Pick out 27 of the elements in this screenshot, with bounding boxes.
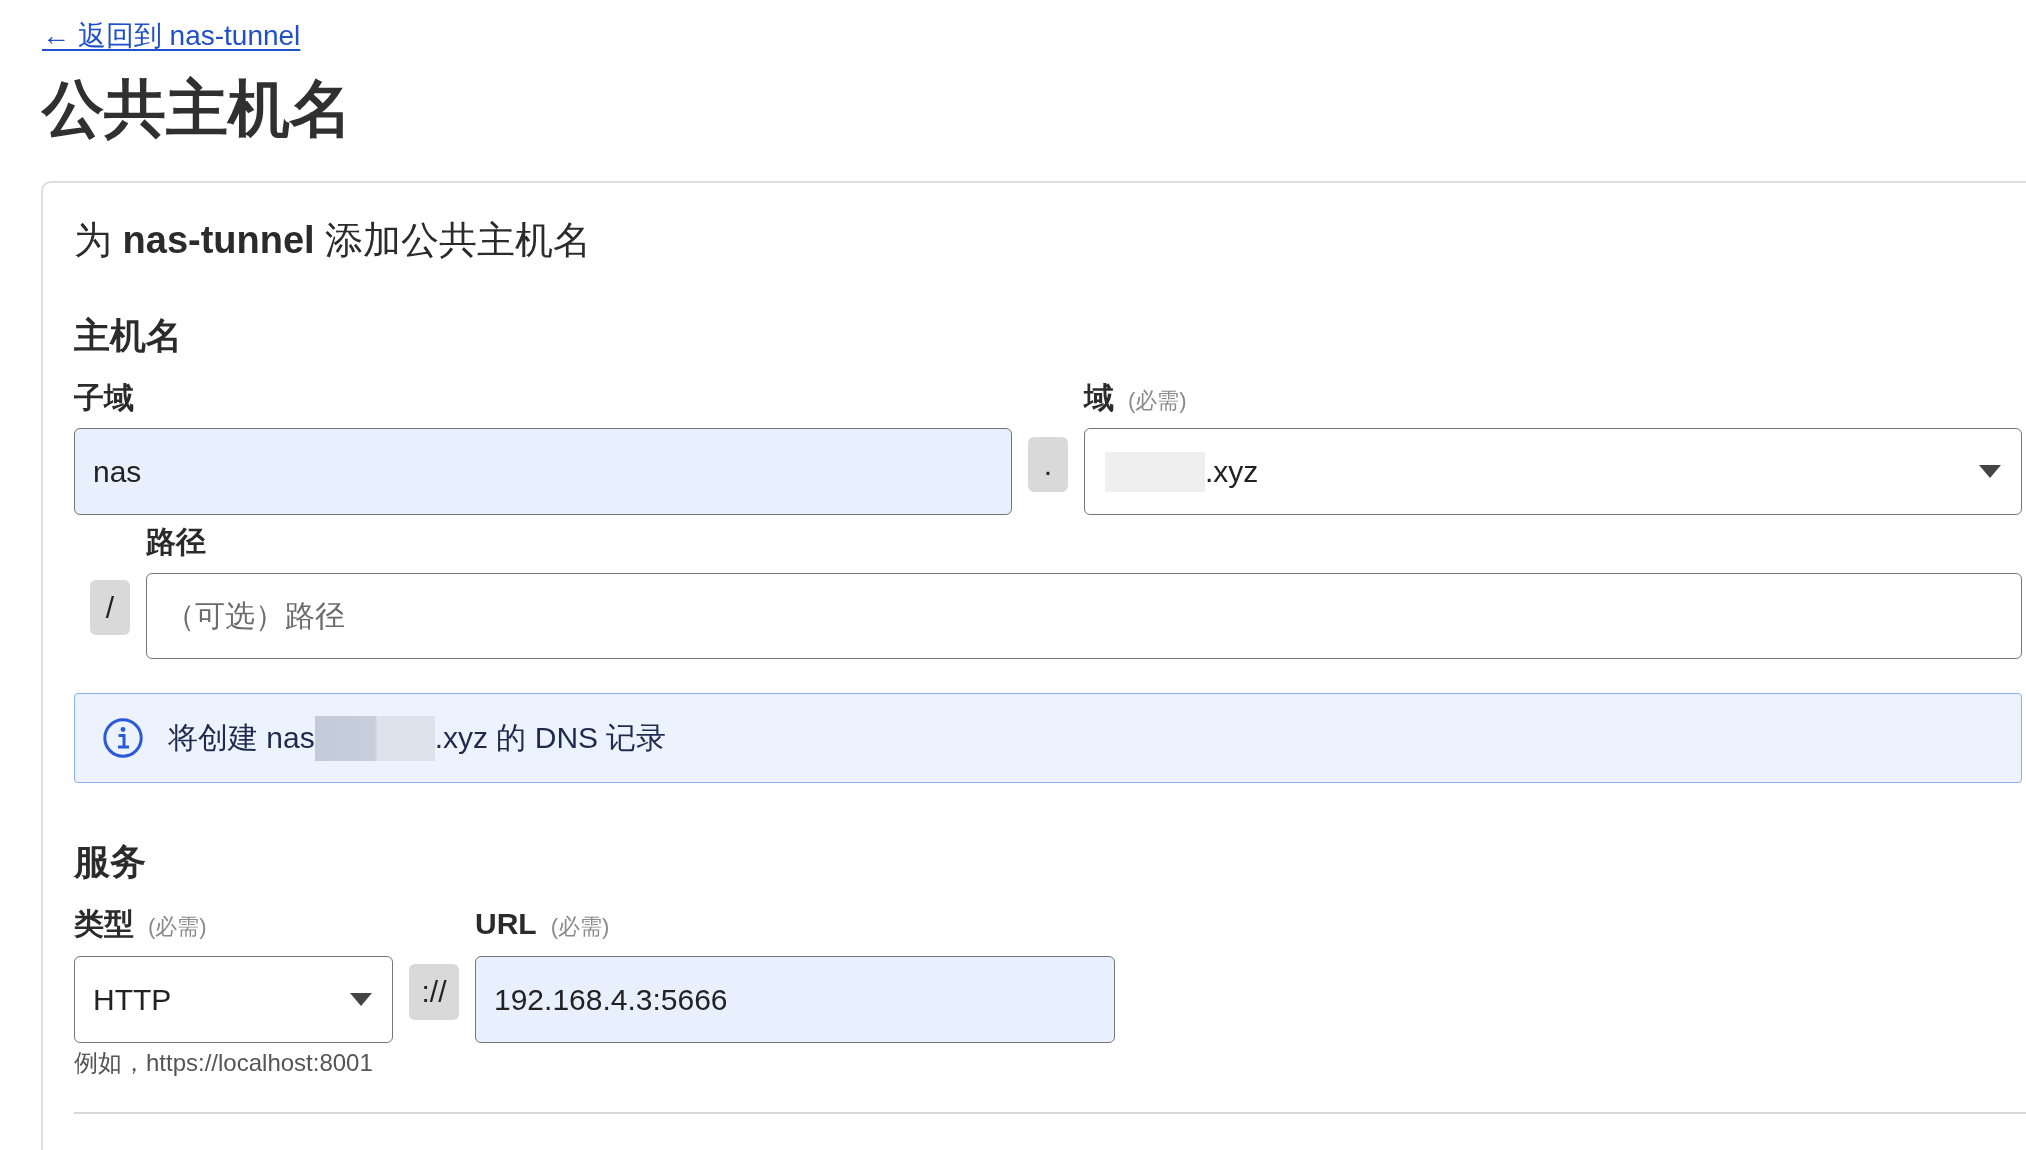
protocol-separator: ://	[409, 964, 459, 1020]
info-text: 将创建 nas	[168, 720, 315, 756]
field-label: 域	[1084, 380, 1114, 416]
page-title: 公共主机名	[42, 73, 352, 145]
caret-icon	[350, 993, 372, 1006]
example-hint: 例如，https://localhost:8001	[74, 1048, 373, 1078]
url-input[interactable]: 192.168.4.3:5666	[475, 956, 1115, 1043]
slash-prefix: /	[90, 580, 130, 635]
section-title: 服务	[74, 840, 146, 884]
card-heading: 为 nas-tunnel 添加公共主机名	[74, 218, 592, 263]
field-label: 类型	[74, 906, 134, 942]
required-hint: (必需)	[1128, 387, 1187, 415]
info-icon	[103, 718, 143, 758]
back-link[interactable]: ← 返回到 nas-tunnel	[42, 18, 301, 54]
required-hint: (必需)	[550, 913, 610, 941]
section-title: 主机名	[74, 314, 182, 358]
caret-icon	[1979, 465, 2001, 478]
field-label: URL	[475, 906, 537, 942]
subdomain-input[interactable]: nas	[74, 428, 1012, 515]
field-label: 路径	[146, 524, 206, 560]
required-hint: (必需)	[148, 913, 207, 941]
dot-separator: .	[1028, 437, 1068, 492]
path-input[interactable]: （可选）路径	[146, 573, 2022, 659]
type-select[interactable]: HTTP	[74, 956, 393, 1043]
field-label: 子域	[74, 380, 134, 416]
domain-select[interactable]: .xyz	[1084, 428, 2022, 515]
info-text: .xyz 的 DNS 记录	[434, 720, 667, 756]
